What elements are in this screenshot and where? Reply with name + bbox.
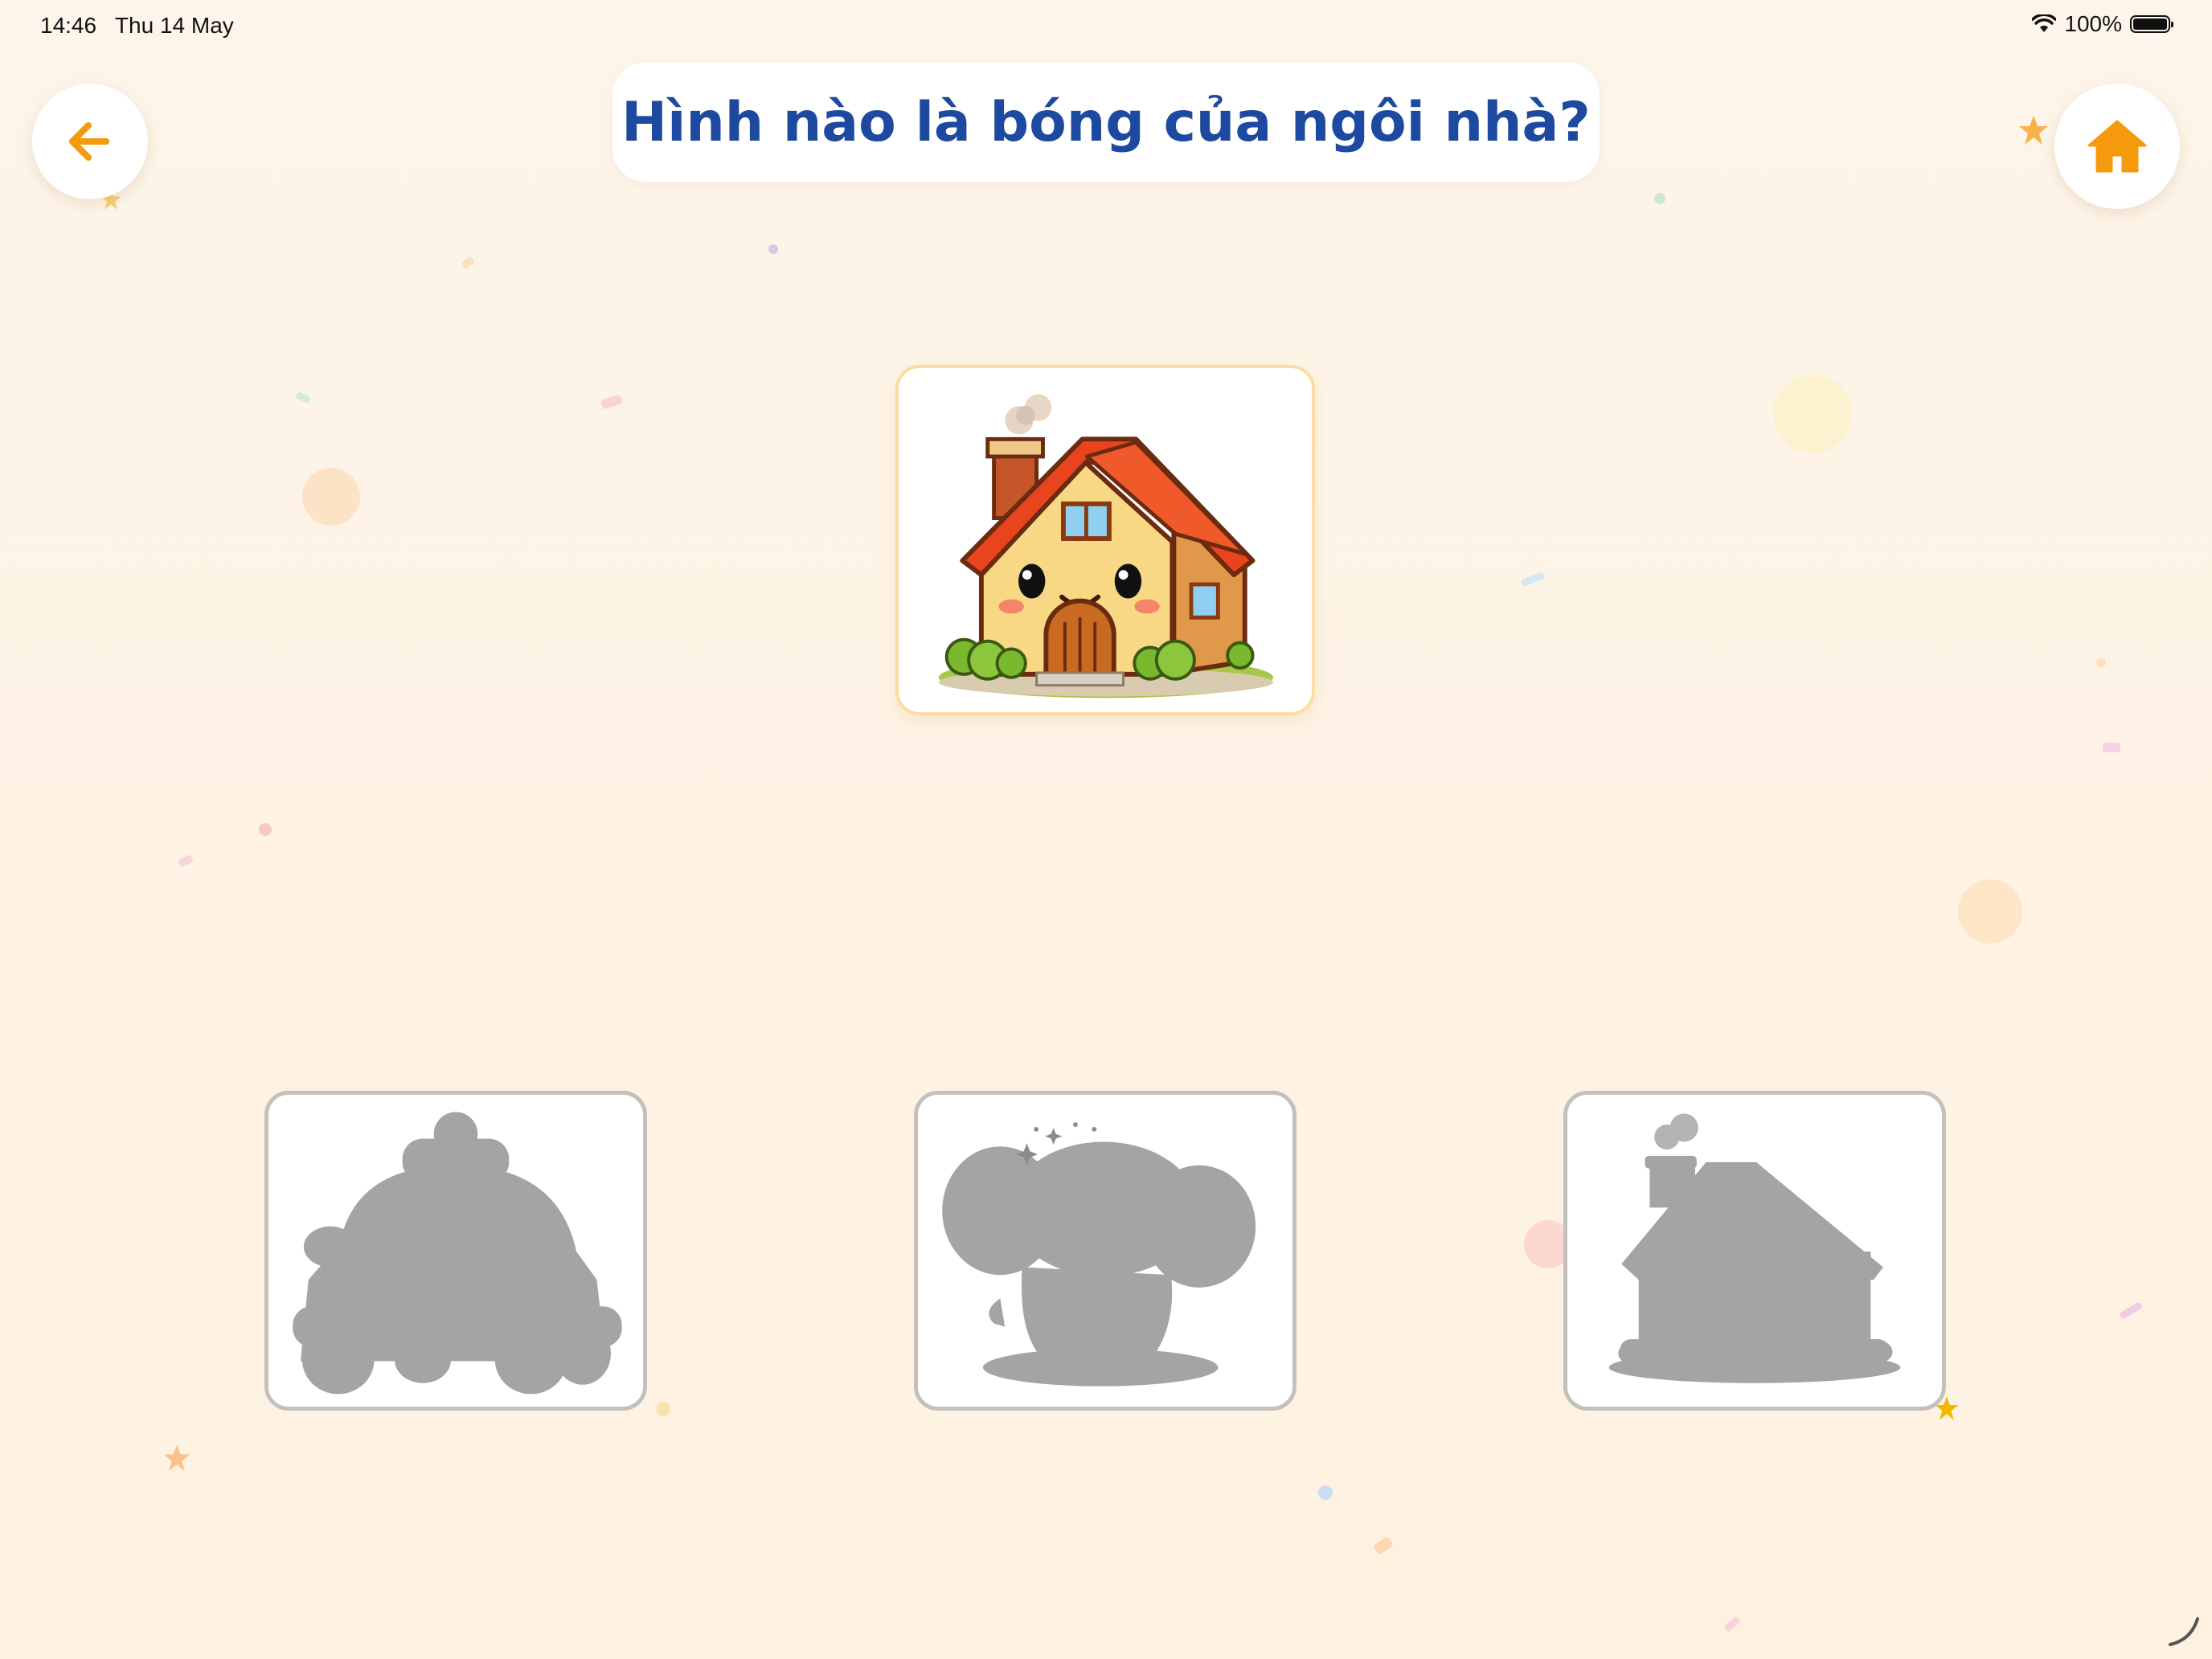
battery-text: 100% — [2064, 11, 2122, 36]
home-button[interactable] — [2054, 84, 2180, 209]
decor-confetti — [294, 391, 312, 404]
decor-dot — [768, 244, 778, 254]
date-text: Thu 14 May — [114, 13, 234, 38]
elephant-silhouette-icon — [942, 1122, 1256, 1387]
target-house-card — [895, 365, 1315, 715]
arrow-left-icon — [69, 122, 109, 161]
time-text: 14:46 — [40, 13, 97, 38]
option-elephant-silhouette[interactable] — [914, 1091, 1296, 1411]
decor-confetti — [2103, 743, 2120, 752]
option-house-silhouette[interactable] — [1563, 1091, 1946, 1411]
status-bar: 14:46 Thu 14 May 100% — [0, 0, 2212, 51]
decor-dot — [1654, 193, 1665, 204]
decor-dot — [1318, 1485, 1333, 1500]
corner-scroll-indicator — [2169, 1617, 2199, 1646]
battery-icon — [2130, 15, 2173, 33]
decor-dot — [2096, 657, 2106, 667]
decor-confetti — [1372, 1535, 1395, 1556]
car-silhouette-icon — [293, 1112, 622, 1395]
decor-circle — [1958, 879, 2022, 944]
house-silhouette-icon — [1608, 1113, 1901, 1383]
question-banner: Hình nào là bóng của ngôi nhà? — [612, 63, 1600, 182]
decor-confetti — [1520, 571, 1546, 587]
star-decoration — [163, 1444, 190, 1472]
option-car-silhouette[interactable] — [264, 1091, 647, 1411]
decor-confetti — [600, 394, 624, 410]
decor-confetti — [2118, 1301, 2144, 1320]
home-icon — [2087, 120, 2147, 173]
decor-dot — [259, 823, 272, 836]
decor-confetti — [177, 854, 195, 868]
wifi-icon — [2032, 14, 2057, 32]
decor-circle — [1773, 375, 1852, 453]
status-indicators: 100% — [2032, 11, 2173, 37]
decor-circle — [302, 468, 360, 526]
decor-confetti — [1722, 1615, 1742, 1633]
question-text: Hình nào là bóng của ngôi nhà? — [621, 90, 1591, 154]
status-time: 14:46 Thu 14 May — [40, 13, 234, 39]
star-decoration — [2019, 116, 2048, 145]
decor-dot — [656, 1402, 670, 1416]
house-picture — [938, 394, 1274, 698]
back-button[interactable] — [32, 84, 148, 199]
decor-confetti — [460, 256, 476, 270]
